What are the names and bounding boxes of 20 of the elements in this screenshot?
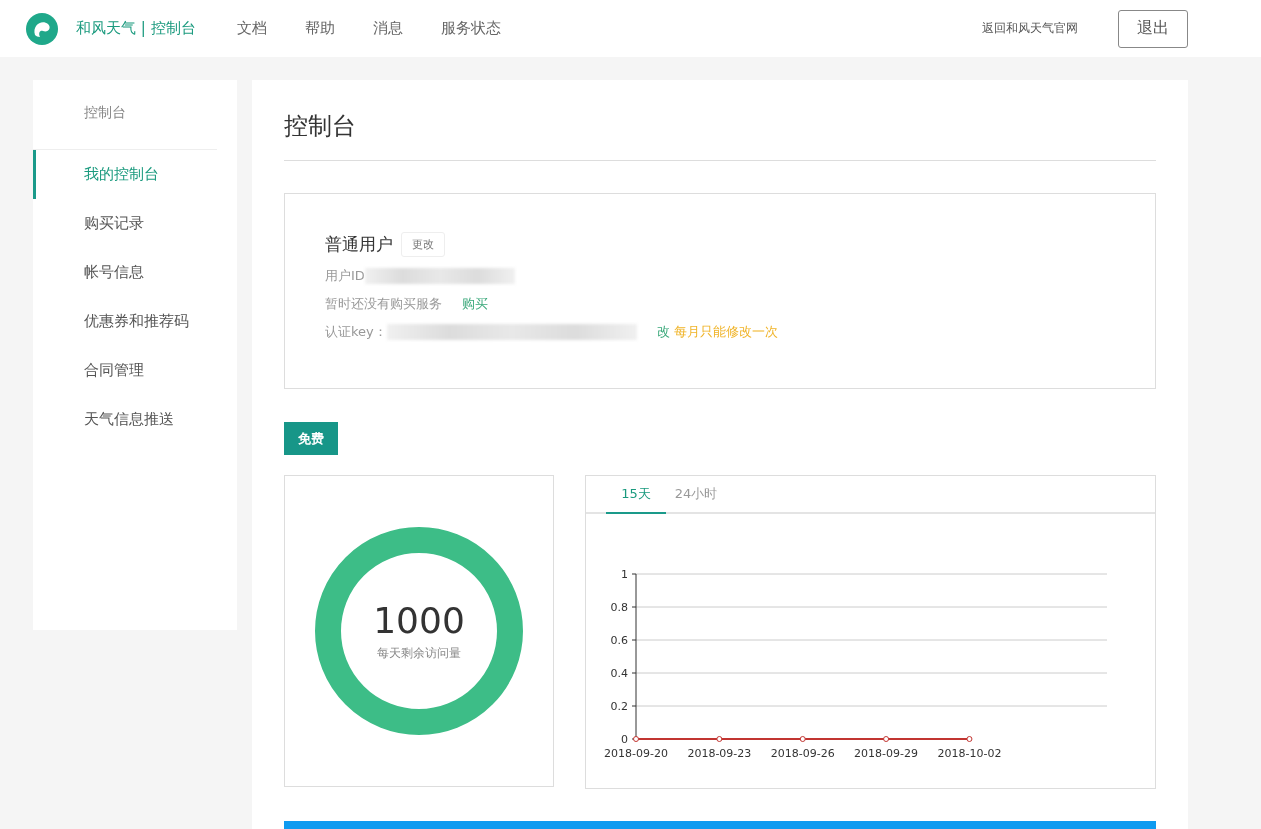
quota-value: 1000 [373, 600, 465, 641]
x-tick-label: 2018-09-23 [687, 747, 752, 760]
quota-label: 每天剩余访问量 [377, 645, 461, 662]
page-title: 控制台 [284, 80, 1156, 161]
key-note: 每月只能修改一次 [673, 323, 778, 341]
y-tick-label: 1 [621, 568, 628, 581]
no-service-text: 暂时还没有购买服务 [325, 295, 442, 313]
user-id-label: 用户ID [325, 267, 365, 285]
y-tick-label: 0.2 [610, 700, 628, 713]
y-tick-label: 0.6 [610, 634, 628, 647]
sidebar-title: 控制台 [33, 80, 217, 150]
key-label: 认证key： [325, 323, 387, 341]
y-tick-label: 0 [621, 733, 628, 746]
x-tick-label: 2018-10-02 [937, 747, 1002, 760]
y-tick-label: 0.8 [610, 601, 628, 614]
x-tick-label: 2018-09-26 [770, 747, 835, 760]
x-tick-label: 2018-09-20 [604, 747, 668, 760]
account-level: 普通用户 [325, 233, 393, 256]
x-tick-label: 2018-09-29 [854, 747, 919, 760]
y-tick-label: 0.4 [610, 667, 628, 680]
